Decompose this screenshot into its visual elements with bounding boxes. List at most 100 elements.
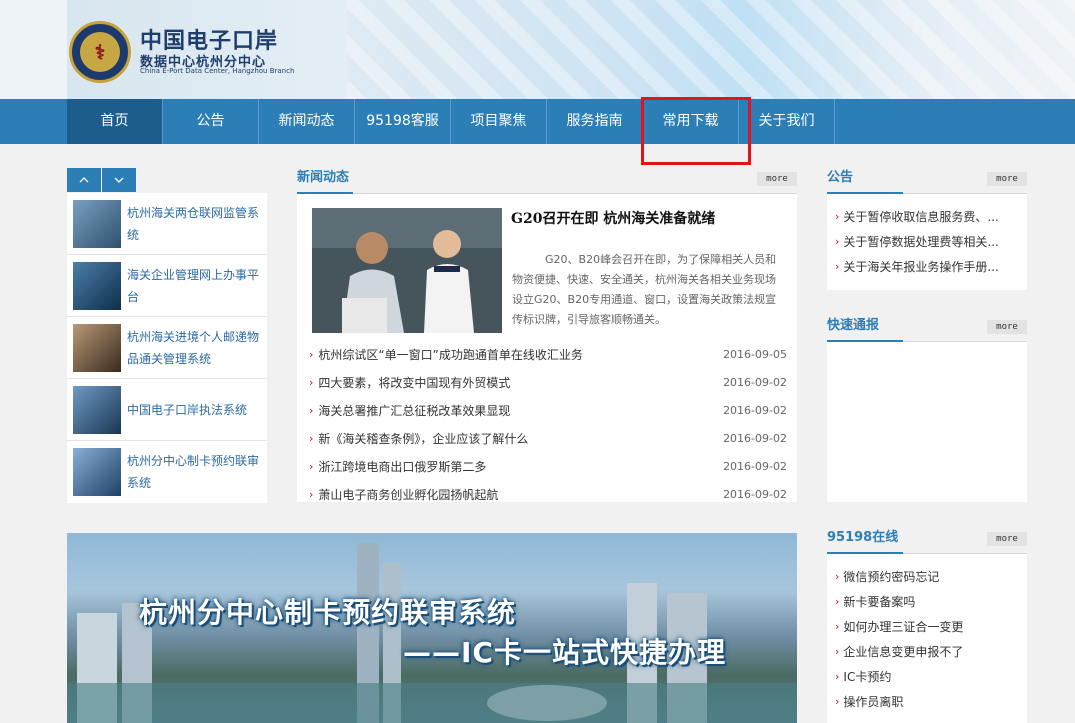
- nav-item-notice[interactable]: 公告: [163, 99, 259, 144]
- online-title[interactable]: 新卡要备案吗: [843, 593, 915, 610]
- news-row[interactable]: › 海关总署推广汇总征税改革效果显现 2016-09-02: [309, 396, 787, 424]
- bullet-arrow-icon: ›: [835, 695, 840, 708]
- nav-item-home[interactable]: 首页: [67, 99, 163, 144]
- thumbnail-image: [73, 323, 121, 372]
- list-item-label[interactable]: 中国电子口岸执法系统: [127, 399, 247, 421]
- bullet-arrow-icon: ›: [835, 570, 840, 583]
- chevron-down-icon[interactable]: [102, 168, 136, 192]
- nav-item-about[interactable]: 关于我们: [739, 99, 835, 144]
- bullet-arrow-icon: ›: [835, 645, 840, 658]
- news-date: 2016-09-02: [723, 403, 787, 417]
- news-title[interactable]: 海关总署推广汇总征税改革效果显现: [318, 402, 723, 419]
- bullet-arrow-icon: ›: [835, 260, 840, 273]
- list-item-label[interactable]: 杭州分中心制卡预约联审系统: [127, 450, 261, 494]
- quick-more-button[interactable]: more: [987, 320, 1027, 334]
- bullet-arrow-icon: ›: [835, 210, 840, 223]
- thumbnail-image: [73, 385, 121, 434]
- news-title[interactable]: 四大要素，将改变中国现有外贸模式: [318, 374, 723, 391]
- list-item-label[interactable]: 杭州海关两仓联网监管系统: [127, 202, 261, 246]
- online-title[interactable]: 企业信息变更申报不了: [843, 643, 963, 660]
- online-section-title[interactable]: 95198在线: [827, 528, 903, 554]
- online-list: › 微信预约密码忘记 › 新卡要备案吗 › 如何办理三证合一变更 › 企业信息变…: [827, 554, 1027, 723]
- news-list: › 杭州综试区“单一窗口”成功跑通首单在线收汇业务 2016-09-05 › 四…: [309, 340, 787, 508]
- notice-section-title[interactable]: 公告: [827, 168, 903, 194]
- online-row[interactable]: › 操作员离职: [827, 689, 1027, 714]
- quick-report-panel: [827, 342, 1027, 502]
- news-section: G20召开在即 杭州海关准备就绪 G20、B20峰会召开在即，为了保障相关人员和…: [297, 194, 797, 502]
- online-row[interactable]: › IC卡预约: [827, 664, 1027, 689]
- list-item[interactable]: 杭州分中心制卡预约联审系统: [67, 441, 267, 503]
- notice-row[interactable]: › 关于暂停收取信息服务费、...: [827, 204, 1027, 229]
- list-item[interactable]: 中国电子口岸执法系统: [67, 379, 267, 441]
- thumbnail-image: [73, 199, 121, 248]
- thumbnail-image: [73, 448, 121, 496]
- news-row[interactable]: › 萧山电子商务创业孵化园扬帆起航 2016-09-02: [309, 480, 787, 508]
- banner-subheadline: ——IC卡一站式快捷办理: [403, 636, 726, 669]
- online-section-header: 95198在线 more: [827, 528, 1027, 554]
- online-title[interactable]: 如何办理三证合一变更: [843, 618, 963, 635]
- feature-news-image[interactable]: [312, 208, 502, 333]
- list-item[interactable]: 杭州海关两仓联网监管系统: [67, 193, 267, 255]
- banner-headline: 杭州分中心制卡预约联审系统: [139, 596, 517, 629]
- news-title[interactable]: 新《海关稽查条例》，企业应该了解什么: [318, 430, 723, 447]
- online-row[interactable]: › 微信预约密码忘记: [827, 564, 1027, 589]
- bullet-arrow-icon: ›: [309, 375, 314, 389]
- online-title[interactable]: IC卡预约: [843, 668, 891, 685]
- news-date: 2016-09-02: [723, 459, 787, 473]
- system-link-list: 杭州海关两仓联网监管系统 海关企业管理网上办事平台 杭州海关进境个人邮递物品通关…: [67, 193, 267, 503]
- bullet-arrow-icon: ›: [309, 431, 314, 445]
- notice-more-button[interactable]: more: [987, 172, 1027, 186]
- news-section-header: 新闻动态 more: [297, 168, 797, 194]
- bullet-arrow-icon: ›: [835, 670, 840, 683]
- nav-item-downloads[interactable]: 常用下载: [643, 99, 739, 144]
- bullet-arrow-icon: ›: [309, 459, 314, 473]
- nav-item-news[interactable]: 新闻动态: [259, 99, 355, 144]
- bullet-arrow-icon: ›: [835, 595, 840, 608]
- notice-title[interactable]: 关于暂停数据处理费等相关...: [843, 233, 998, 250]
- news-title[interactable]: 浙江跨境电商出口俄罗斯第二多: [318, 458, 723, 475]
- notice-list: › 关于暂停收取信息服务费、... › 关于暂停数据处理费等相关... › 关于…: [827, 194, 1027, 290]
- news-title[interactable]: 杭州综试区“单一窗口”成功跑通首单在线收汇业务: [318, 346, 723, 363]
- list-item[interactable]: 杭州海关进境个人邮递物品通关管理系统: [67, 317, 267, 379]
- bullet-arrow-icon: ›: [309, 403, 314, 417]
- notice-title[interactable]: 关于暂停收取信息服务费、...: [843, 208, 998, 225]
- notice-row[interactable]: › 关于暂停数据处理费等相关...: [827, 229, 1027, 254]
- list-item[interactable]: 海关企业管理网上办事平台: [67, 255, 267, 317]
- online-more-button[interactable]: more: [987, 532, 1027, 546]
- nav-item-service[interactable]: 95198客服: [355, 99, 451, 144]
- online-row[interactable]: › 企业信息变更申报不了: [827, 639, 1027, 664]
- bullet-arrow-icon: ›: [309, 487, 314, 501]
- news-more-button[interactable]: more: [757, 172, 797, 186]
- logo-english: China E-Port Data Center, Hangzhou Branc…: [140, 67, 295, 75]
- bullet-arrow-icon: ›: [309, 347, 314, 361]
- online-title[interactable]: 操作员离职: [843, 693, 903, 710]
- list-item-label[interactable]: 杭州海关进境个人邮递物品通关管理系统: [127, 326, 261, 370]
- notice-section-header: 公告 more: [827, 168, 1027, 194]
- notice-title[interactable]: 关于海关年报业务操作手册...: [843, 258, 998, 275]
- news-row[interactable]: › 新《海关稽查条例》，企业应该了解什么 2016-09-02: [309, 424, 787, 452]
- news-date: 2016-09-05: [723, 347, 787, 361]
- feature-news-title[interactable]: G20召开在即 杭州海关准备就绪: [511, 208, 715, 228]
- online-row[interactable]: › 如何办理三证合一变更: [827, 614, 1027, 639]
- left-list-arrows: [67, 168, 137, 192]
- notice-row[interactable]: › 关于海关年报业务操作手册...: [827, 254, 1027, 279]
- online-title[interactable]: 微信预约密码忘记: [843, 568, 939, 585]
- nav-item-projects[interactable]: 项目聚焦: [451, 99, 547, 144]
- news-row[interactable]: › 杭州综试区“单一窗口”成功跑通首单在线收汇业务 2016-09-05: [309, 340, 787, 368]
- news-date: 2016-09-02: [723, 487, 787, 501]
- chevron-up-icon[interactable]: [67, 168, 101, 192]
- news-section-title[interactable]: 新闻动态: [297, 168, 353, 194]
- thumbnail-image: [73, 261, 121, 310]
- online-row[interactable]: › 新卡要备案吗: [827, 589, 1027, 614]
- quick-section-title[interactable]: 快速通报: [827, 316, 903, 342]
- news-date: 2016-09-02: [723, 375, 787, 389]
- promo-banner[interactable]: 杭州分中心制卡预约联审系统 ——IC卡一站式快捷办理: [67, 533, 797, 723]
- main-nav: 首页 公告 新闻动态 95198客服 项目聚焦 服务指南 常用下载 关于我们: [0, 99, 1075, 144]
- news-title[interactable]: 萧山电子商务创业孵化园扬帆起航: [318, 486, 723, 503]
- news-row[interactable]: › 四大要素，将改变中国现有外贸模式 2016-09-02: [309, 368, 787, 396]
- header-banner: [347, 0, 1075, 99]
- customs-emblem-icon[interactable]: ⚕: [69, 21, 131, 83]
- list-item-label[interactable]: 海关企业管理网上办事平台: [127, 264, 261, 308]
- nav-item-guide[interactable]: 服务指南: [547, 99, 643, 144]
- news-row[interactable]: › 浙江跨境电商出口俄罗斯第二多 2016-09-02: [309, 452, 787, 480]
